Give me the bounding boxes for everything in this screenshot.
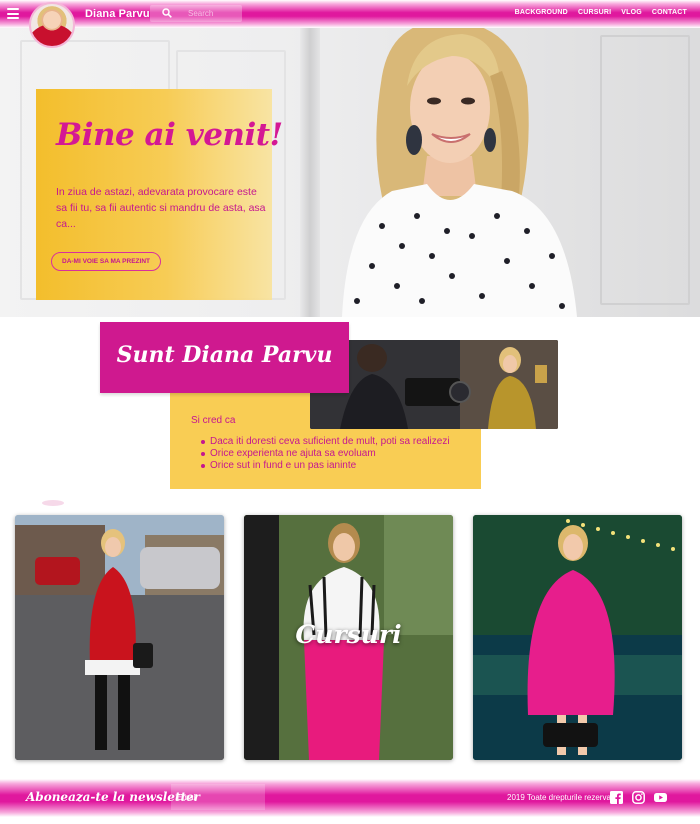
avatar[interactable]	[29, 2, 75, 48]
decorative-dot	[42, 500, 64, 506]
search-box[interactable]	[150, 5, 242, 22]
introduce-me-button[interactable]: DA-MI VOIE SA MA PREZINT	[51, 252, 161, 271]
search-icon[interactable]	[162, 8, 172, 18]
list-item: Orice sut in fund e un pas ianinte	[201, 460, 450, 472]
hero-title: Bine ai venit!	[56, 117, 283, 153]
footer: Aboneaza-te la newsletter 2019 Toate dre…	[0, 779, 700, 817]
photo-card-3[interactable]	[473, 515, 682, 760]
nav-vlog[interactable]: VLOG	[621, 9, 642, 16]
nav-cursuri[interactable]: CURSURI	[578, 9, 611, 16]
door-frame	[300, 0, 320, 317]
hero-portrait	[342, 20, 577, 317]
list-item: Daca iti doresti ceva suficient de mult,…	[201, 436, 450, 447]
wall-panel	[600, 35, 690, 305]
hero-section: Bine ai venit! In ziua de astazi, adevar…	[0, 0, 700, 317]
instagram-icon[interactable]	[632, 791, 645, 804]
page: Bine ai venit! In ziua de astazi, adevar…	[0, 0, 700, 824]
brand-name[interactable]: Diana Parvu	[85, 8, 150, 20]
nav-contact[interactable]: CONTACT	[652, 9, 687, 16]
copyright-text: 2019 Toate drepturile rezervate	[507, 793, 618, 802]
main-nav: BACKGROUND CURSURI VLOG CONTACT	[515, 9, 687, 16]
about-title: Sunt Diana Parvu	[116, 342, 333, 368]
email-field[interactable]	[171, 784, 265, 810]
photo-card-1[interactable]	[15, 515, 224, 760]
top-bar: Diana Parvu BACKGROUND CURSURI VLOG CONT…	[0, 0, 700, 28]
about-lead: Si cred ca	[191, 415, 236, 426]
pink-blazer-photo	[473, 515, 682, 760]
beliefs-list: Daca iti doresti ceva suficient de mult,…	[201, 436, 450, 472]
red-blazer-photo	[15, 515, 224, 760]
nav-background[interactable]: BACKGROUND	[515, 9, 568, 16]
list-item: Orice experienta ne ajuta sa evoluam	[201, 448, 450, 460]
about-title-box: Sunt Diana Parvu	[100, 322, 349, 393]
menu-icon[interactable]	[7, 8, 19, 19]
photo-card-2[interactable]: Cursuri	[244, 515, 453, 760]
hero-text: In ziua de astazi, adevarata provocare e…	[56, 186, 266, 230]
youtube-icon[interactable]	[654, 791, 667, 804]
facebook-icon[interactable]	[610, 791, 623, 804]
search-input[interactable]	[188, 6, 238, 20]
card-label-cursuri: Cursuri	[295, 620, 402, 649]
